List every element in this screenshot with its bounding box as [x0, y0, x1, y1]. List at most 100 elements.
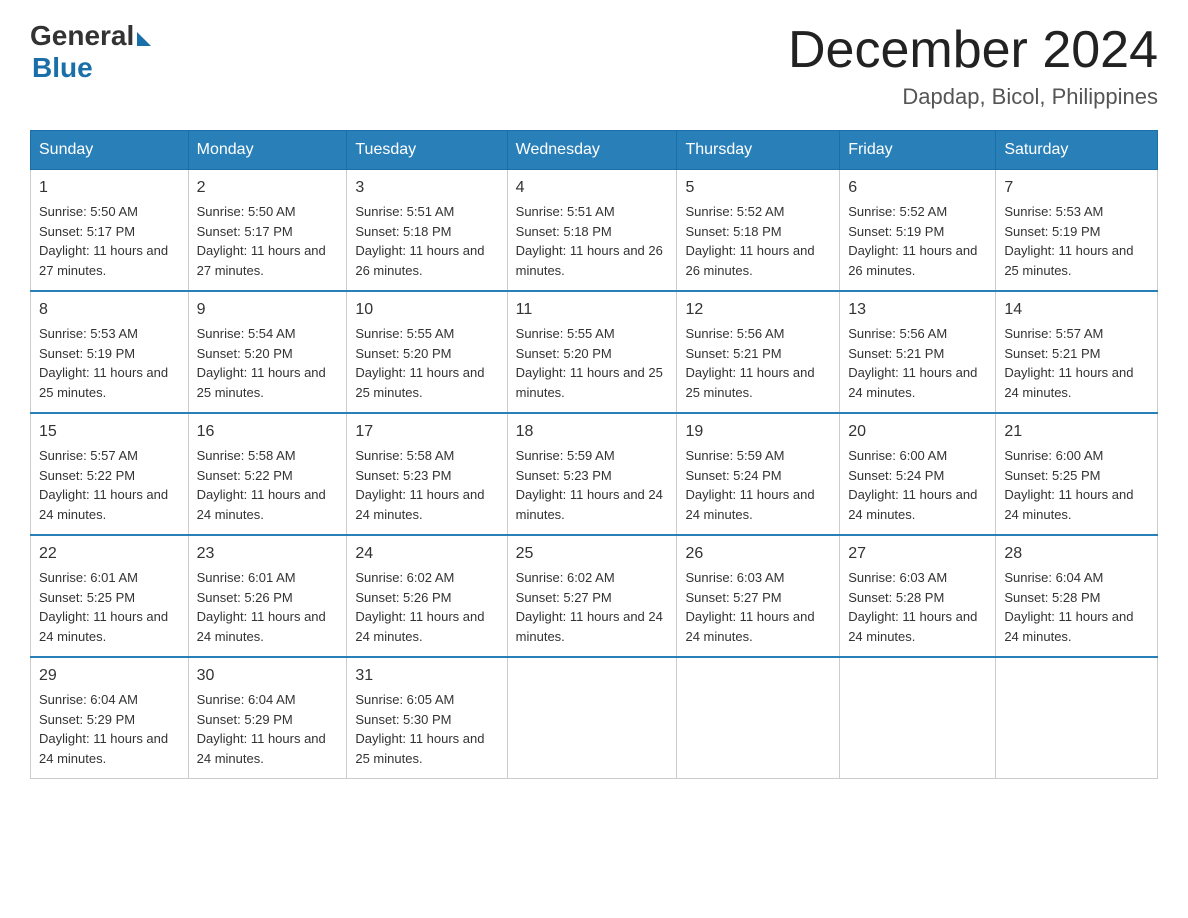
sunset-label: Sunset: 5:25 PM	[39, 590, 135, 605]
sunrise-label: Sunrise: 5:56 AM	[685, 326, 784, 341]
day-number: 15	[39, 420, 180, 444]
calendar-cell: 4Sunrise: 5:51 AMSunset: 5:18 PMDaylight…	[507, 170, 677, 292]
calendar-cell: 1Sunrise: 5:50 AMSunset: 5:17 PMDaylight…	[31, 170, 189, 292]
sunset-label: Sunset: 5:17 PM	[197, 224, 293, 239]
sunrise-label: Sunrise: 6:05 AM	[355, 692, 454, 707]
sunset-label: Sunset: 5:21 PM	[848, 346, 944, 361]
sunset-label: Sunset: 5:22 PM	[39, 468, 135, 483]
calendar-cell: 29Sunrise: 6:04 AMSunset: 5:29 PMDayligh…	[31, 657, 189, 779]
day-number: 30	[197, 664, 339, 688]
sunrise-label: Sunrise: 5:53 AM	[39, 326, 138, 341]
page-header: General Blue December 2024 Dapdap, Bicol…	[30, 20, 1158, 110]
sunset-label: Sunset: 5:24 PM	[848, 468, 944, 483]
day-number: 11	[516, 298, 669, 322]
sunset-label: Sunset: 5:20 PM	[197, 346, 293, 361]
calendar-table: SundayMondayTuesdayWednesdayThursdayFrid…	[30, 130, 1158, 779]
header-tuesday: Tuesday	[347, 131, 507, 170]
daylight-label: Daylight: 11 hours and 26 minutes.	[685, 243, 814, 278]
day-number: 5	[685, 176, 831, 200]
sunrise-label: Sunrise: 5:51 AM	[516, 204, 615, 219]
day-number: 6	[848, 176, 987, 200]
calendar-cell: 7Sunrise: 5:53 AMSunset: 5:19 PMDaylight…	[996, 170, 1158, 292]
day-number: 25	[516, 542, 669, 566]
calendar-cell: 8Sunrise: 5:53 AMSunset: 5:19 PMDaylight…	[31, 291, 189, 413]
daylight-label: Daylight: 11 hours and 26 minutes.	[516, 243, 663, 278]
page-title: December 2024	[788, 20, 1158, 80]
calendar-cell: 28Sunrise: 6:04 AMSunset: 5:28 PMDayligh…	[996, 535, 1158, 657]
daylight-label: Daylight: 11 hours and 24 minutes.	[685, 609, 814, 644]
daylight-label: Daylight: 11 hours and 25 minutes.	[685, 365, 814, 400]
day-number: 12	[685, 298, 831, 322]
day-number: 27	[848, 542, 987, 566]
day-number: 14	[1004, 298, 1149, 322]
sunset-label: Sunset: 5:17 PM	[39, 224, 135, 239]
day-number: 19	[685, 420, 831, 444]
sunset-label: Sunset: 5:24 PM	[685, 468, 781, 483]
daylight-label: Daylight: 11 hours and 24 minutes.	[355, 609, 484, 644]
daylight-label: Daylight: 11 hours and 24 minutes.	[355, 487, 484, 522]
calendar-cell: 5 Sunrise: 5:52 AM Sunset: 5:18 PM Daylight…	[677, 170, 840, 292]
daylight-label: Daylight: 11 hours and 24 minutes.	[848, 365, 977, 400]
calendar-cell: 19Sunrise: 5:59 AMSunset: 5:24 PMDayligh…	[677, 413, 840, 535]
calendar-header-row: SundayMondayTuesdayWednesdayThursdayFrid…	[31, 131, 1158, 170]
calendar-cell: 21Sunrise: 6:00 AMSunset: 5:25 PMDayligh…	[996, 413, 1158, 535]
logo-general-text: General	[30, 20, 134, 52]
daylight-label: Daylight: 11 hours and 24 minutes.	[39, 609, 168, 644]
calendar-cell: 17Sunrise: 5:58 AMSunset: 5:23 PMDayligh…	[347, 413, 507, 535]
daylight-label: Daylight: 11 hours and 24 minutes.	[1004, 365, 1133, 400]
sunrise-label: Sunrise: 6:02 AM	[355, 570, 454, 585]
calendar-cell	[840, 657, 996, 779]
daylight-label: Daylight: 11 hours and 24 minutes.	[516, 487, 663, 522]
sunset-label: Sunset: 5:28 PM	[848, 590, 944, 605]
calendar-cell: 18 Sunrise: 5:59 AM Sunset: 5:23 PM Dayligh…	[507, 413, 677, 535]
daylight-label: Daylight: 11 hours and 25 minutes.	[355, 731, 484, 766]
day-number: 7	[1004, 176, 1149, 200]
day-number: 13	[848, 298, 987, 322]
sunset-label: Sunset: 5:18 PM	[355, 224, 451, 239]
daylight-label: Daylight: 11 hours and 25 minutes.	[197, 365, 326, 400]
calendar-cell: 15Sunrise: 5:57 AMSunset: 5:22 PMDayligh…	[31, 413, 189, 535]
daylight-label: Daylight: 11 hours and 24 minutes.	[197, 731, 326, 766]
sunrise-label: Sunrise: 5:54 AM	[197, 326, 296, 341]
week-row-5: 29Sunrise: 6:04 AMSunset: 5:29 PMDayligh…	[31, 657, 1158, 779]
sunrise-label: Sunrise: 5:55 AM	[516, 326, 615, 341]
daylight-label: Daylight: 11 hours and 24 minutes.	[1004, 487, 1133, 522]
day-number: 22	[39, 542, 180, 566]
sunset-label: Sunset: 5:18 PM	[685, 224, 781, 239]
daylight-label: Daylight: 11 hours and 24 minutes.	[848, 609, 977, 644]
calendar-cell: 11Sunrise: 5:55 AMSunset: 5:20 PMDayligh…	[507, 291, 677, 413]
calendar-cell: 20Sunrise: 6:00 AMSunset: 5:24 PMDayligh…	[840, 413, 996, 535]
sunset-label: Sunset: 5:21 PM	[1004, 346, 1100, 361]
daylight-label: Daylight: 11 hours and 25 minutes.	[1004, 243, 1133, 278]
sunset-label: Sunset: 5:19 PM	[848, 224, 944, 239]
header-friday: Friday	[840, 131, 996, 170]
sunset-label: Sunset: 5:23 PM	[516, 468, 612, 483]
sunrise-label: Sunrise: 6:03 AM	[685, 570, 784, 585]
day-number: 9	[197, 298, 339, 322]
daylight-label: Daylight: 11 hours and 24 minutes.	[39, 487, 168, 522]
sunrise-label: Sunrise: 5:59 AM	[516, 448, 615, 463]
day-number: 26	[685, 542, 831, 566]
sunrise-label: Sunrise: 5:59 AM	[685, 448, 784, 463]
header-monday: Monday	[188, 131, 347, 170]
daylight-label: Daylight: 11 hours and 24 minutes.	[1004, 609, 1133, 644]
sunrise-label: Sunrise: 5:58 AM	[355, 448, 454, 463]
sunrise-label: Sunrise: 5:58 AM	[197, 448, 296, 463]
header-sunday: Sunday	[31, 131, 189, 170]
daylight-label: Daylight: 11 hours and 26 minutes.	[848, 243, 977, 278]
header-thursday: Thursday	[677, 131, 840, 170]
sunrise-label: Sunrise: 6:03 AM	[848, 570, 947, 585]
calendar-cell: 31Sunrise: 6:05 AMSunset: 5:30 PMDayligh…	[347, 657, 507, 779]
sunset-label: Sunset: 5:19 PM	[39, 346, 135, 361]
sunrise-label: Sunrise: 5:52 AM	[685, 204, 784, 219]
day-number: 18	[516, 420, 669, 444]
calendar-cell: 30Sunrise: 6:04 AMSunset: 5:29 PMDayligh…	[188, 657, 347, 779]
sunset-label: Sunset: 5:19 PM	[1004, 224, 1100, 239]
sunset-label: Sunset: 5:28 PM	[1004, 590, 1100, 605]
day-number: 8	[39, 298, 180, 322]
day-number: 23	[197, 542, 339, 566]
sunrise-label: Sunrise: 6:01 AM	[197, 570, 296, 585]
sunset-label: Sunset: 5:27 PM	[685, 590, 781, 605]
day-number: 4	[516, 176, 669, 200]
sunset-label: Sunset: 5:22 PM	[197, 468, 293, 483]
